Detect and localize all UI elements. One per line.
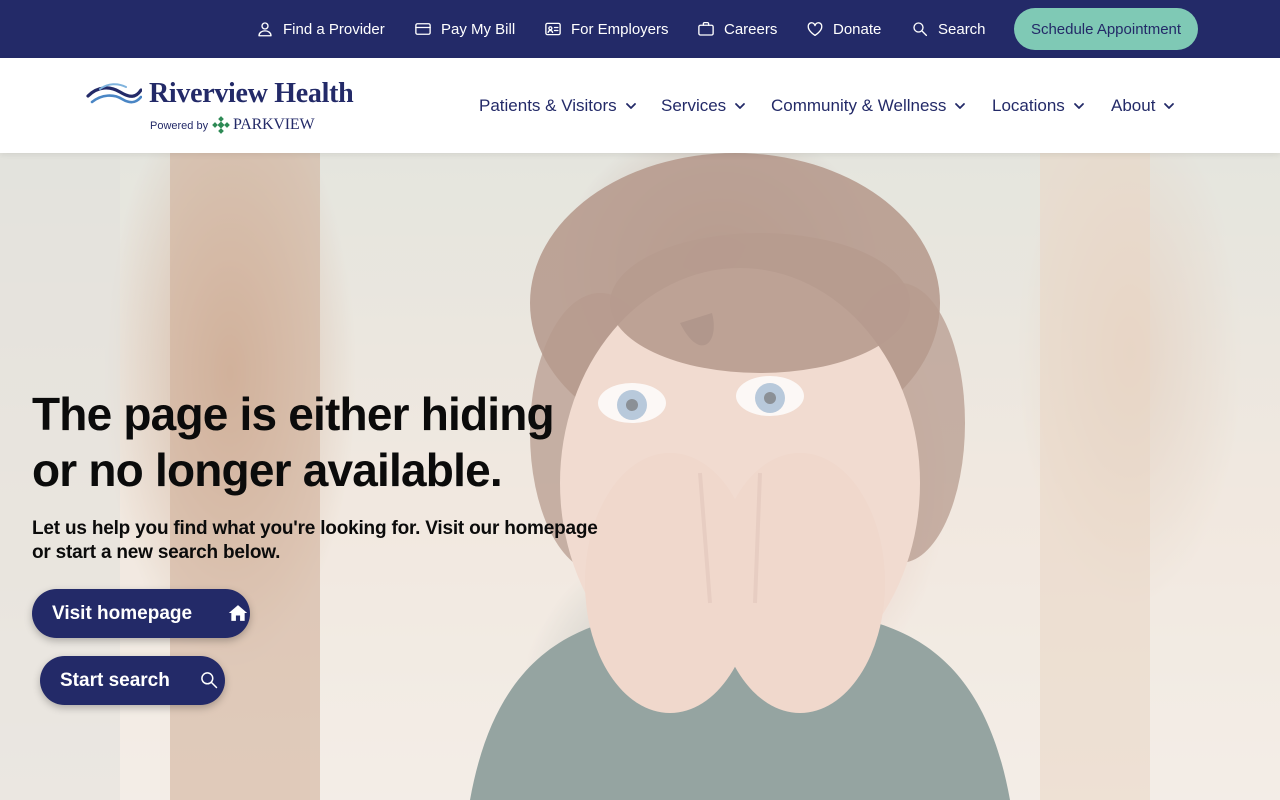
nav-about-label: About: [1111, 95, 1156, 115]
chevron-down-icon: [1073, 102, 1084, 109]
person-icon: [258, 22, 272, 37]
careers-link[interactable]: Careers: [697, 0, 777, 58]
parkview-mark-icon: [212, 116, 230, 134]
visit-homepage-button[interactable]: Visit homepage: [32, 589, 250, 638]
find-a-provider-label: Find a Provider: [283, 20, 385, 38]
nav-locations-label: Locations: [992, 95, 1065, 115]
for-employers-link[interactable]: For Employers: [544, 0, 669, 58]
for-employers-label: For Employers: [571, 20, 669, 38]
brand-name: Riverview Health: [149, 78, 354, 109]
chevron-down-icon: [955, 102, 966, 109]
id-card-icon: [545, 22, 561, 36]
nav-patients-visitors[interactable]: Patients & Visitors: [479, 58, 637, 153]
pay-my-bill-link[interactable]: Pay My Bill: [414, 0, 515, 58]
partner-name: PARKVIEW: [233, 116, 315, 133]
search-icon: [201, 672, 218, 689]
heart-icon: [807, 22, 823, 37]
chevron-down-icon: [735, 102, 746, 109]
page-title: The page is either hiding or no longer a…: [32, 386, 632, 498]
riverview-health-logo[interactable]: Riverview Health Powered by PARKVIEW: [86, 78, 386, 138]
search-label: Search: [938, 20, 986, 38]
careers-label: Careers: [724, 20, 778, 38]
page-subtitle-line-1: Let us help you find what you're looking…: [32, 518, 598, 539]
nav-community-wellness[interactable]: Community & Wellness: [771, 58, 966, 153]
home-icon: [228, 605, 248, 621]
donate-link[interactable]: Donate: [806, 0, 881, 58]
search-icon: [913, 22, 928, 37]
page-title-line-1: The page is either hiding: [32, 388, 555, 440]
powered-by-text: Powered by: [150, 120, 209, 132]
nav-services-label: Services: [661, 95, 727, 115]
schedule-appointment-button[interactable]: Schedule Appointment: [1014, 8, 1198, 50]
start-search-label: Start search: [60, 669, 170, 691]
briefcase-icon: [698, 21, 714, 36]
page-subtitle-line-2: or start a new search below.: [32, 542, 281, 563]
donate-label: Donate: [833, 20, 882, 38]
page-subtitle: Let us help you find what you're looking…: [32, 517, 632, 565]
chevron-down-icon: [625, 102, 636, 109]
credit-card-icon: [415, 23, 431, 35]
start-search-button[interactable]: Start search: [40, 656, 225, 705]
find-a-provider-link[interactable]: Find a Provider: [256, 0, 385, 58]
page-title-line-2: or no longer available.: [32, 444, 503, 496]
nav-services[interactable]: Services: [661, 58, 746, 153]
chevron-down-icon: [1164, 102, 1175, 109]
nav-patients-visitors-label: Patients & Visitors: [479, 95, 617, 115]
visit-homepage-label: Visit homepage: [52, 602, 193, 624]
pay-my-bill-label: Pay My Bill: [441, 20, 516, 38]
nav-community-wellness-label: Community & Wellness: [771, 95, 947, 115]
nav-about[interactable]: About: [1111, 58, 1175, 153]
nav-locations[interactable]: Locations: [992, 58, 1085, 153]
main-header: Riverview Health Powered by PARKVIEW: [0, 58, 1280, 153]
search-link[interactable]: Search: [911, 0, 986, 58]
river-waves-icon: [86, 83, 142, 104]
